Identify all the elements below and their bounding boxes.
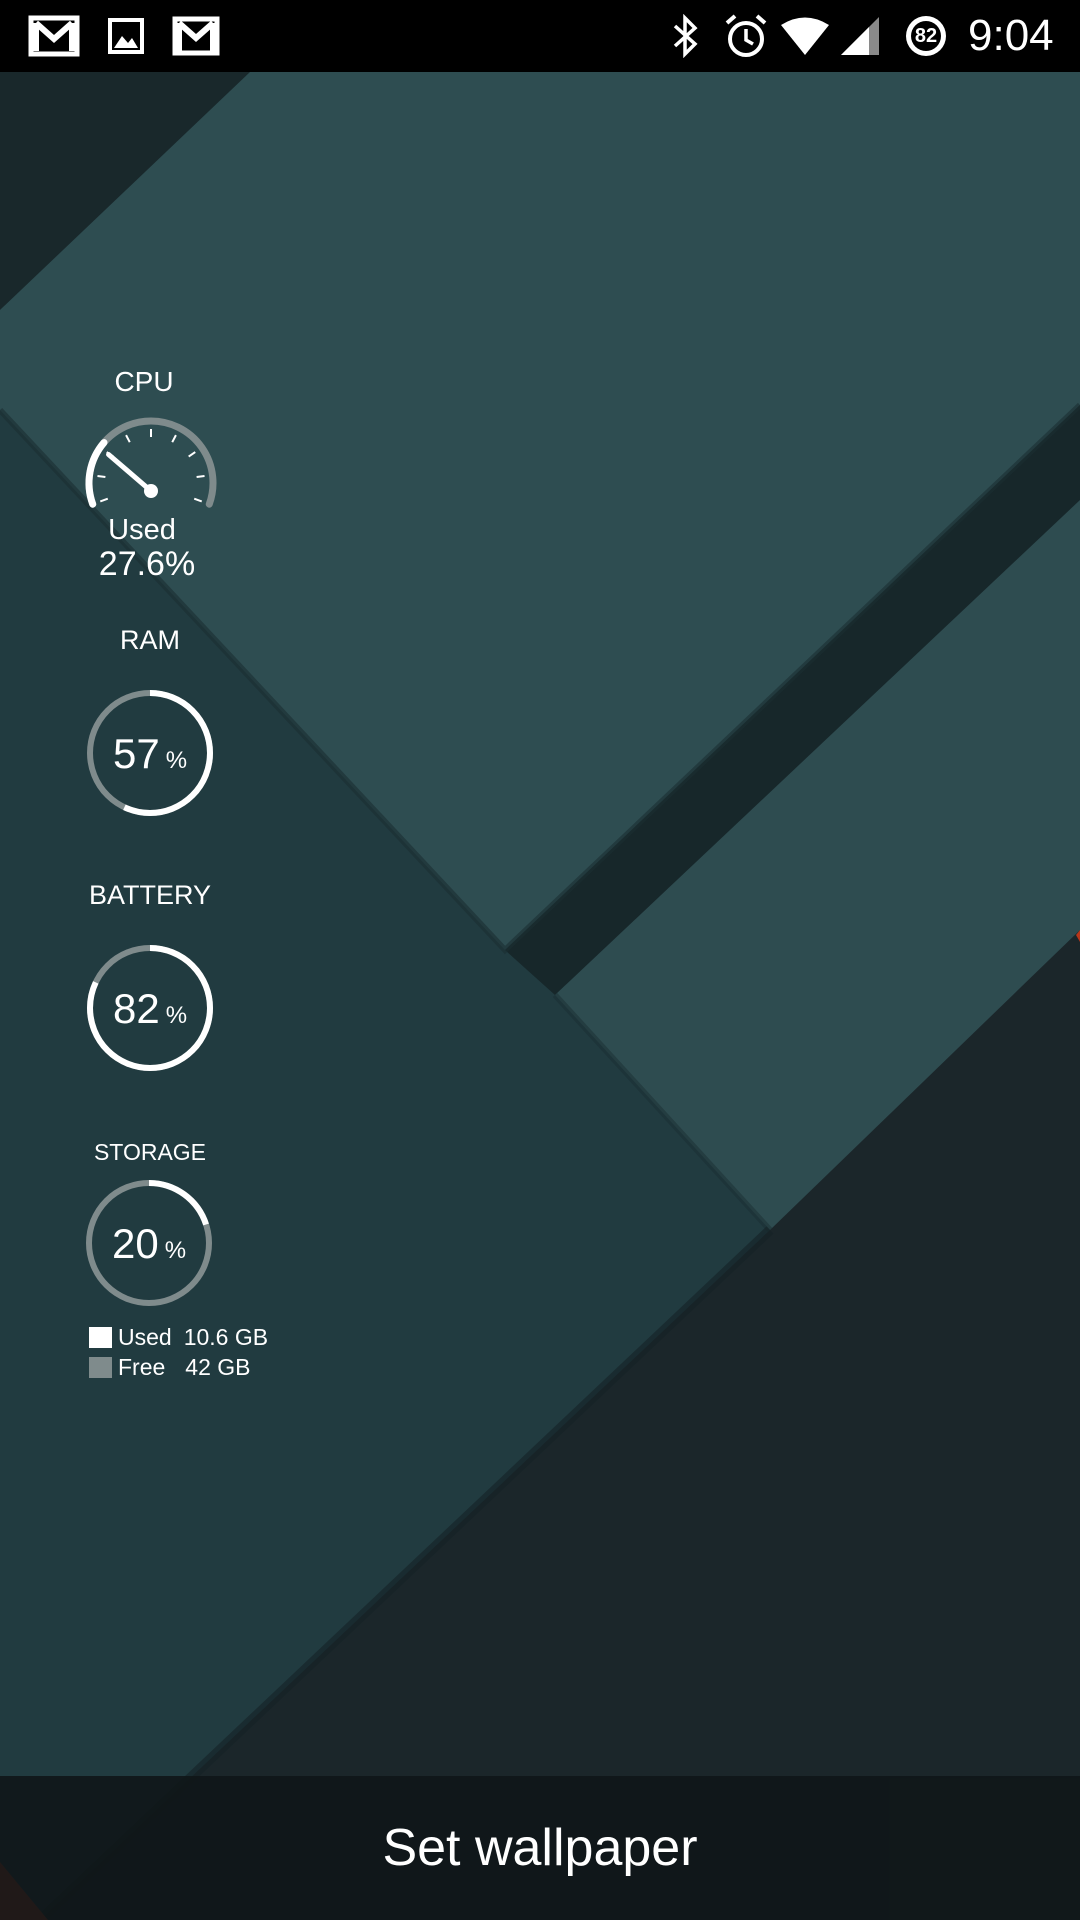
storage-legend-used: Used 10.6 GB [89, 1322, 268, 1352]
storage-label: STORAGE [93, 1139, 207, 1165]
gallery-image-icon [108, 0, 144, 72]
cpu-label: CPU [114, 366, 174, 397]
cpu-gauge-tick [97, 474, 106, 478]
alarm-icon [722, 0, 770, 72]
legend-label-free: Free [118, 1353, 166, 1380]
cpu-gauge-hub [144, 484, 158, 498]
ram-value: 57% [84, 730, 216, 778]
legend-label-used: Used [118, 1323, 172, 1350]
cpu-gauge-fill [85, 439, 108, 508]
status-bar: 82 9:04 [0, 0, 1080, 72]
legend-value-used: 10.6 GB [183, 1323, 269, 1350]
ram-percent-unit: % [165, 747, 188, 774]
set-wallpaper-button[interactable]: Set wallpaper [0, 1776, 1080, 1920]
legend-swatch-used [89, 1326, 112, 1348]
cpu-gauge [85, 417, 217, 508]
battery-percent: 82 [112, 985, 160, 1032]
gmail-icon [28, 0, 80, 72]
battery-value: 82% [84, 985, 216, 1033]
bluetooth-icon [668, 0, 704, 72]
battery-status-icon: 82 [904, 14, 948, 58]
cpu-gauge-tick [196, 474, 205, 478]
ram-label: RAM [120, 625, 180, 655]
cpu-gauge-tick [171, 434, 177, 443]
storage-percent-unit: % [164, 1237, 187, 1264]
storage-value: 20% [83, 1220, 215, 1268]
battery-level-text: 82 [914, 25, 938, 47]
storage-legend-free: Free 42 GB [89, 1352, 251, 1382]
status-time: 9:04 [968, 11, 1054, 60]
cpu-gauge-tick [193, 497, 203, 503]
legend-value-free: 42 GB [185, 1353, 251, 1380]
battery-label: BATTERY [88, 880, 212, 910]
gmail-icon [172, 0, 220, 72]
cpu-used-label: Used [108, 514, 176, 546]
storage-percent: 20 [111, 1220, 159, 1267]
battery-percent-unit: % [165, 1002, 188, 1029]
wifi-icon [780, 0, 830, 72]
cpu-gauge-needle [106, 451, 154, 494]
legend-swatch-free [89, 1356, 112, 1378]
cellular-signal-icon [838, 0, 882, 72]
ram-percent: 57 [112, 730, 160, 777]
cpu-gauge-tick [99, 497, 109, 503]
cpu-gauge-tick [125, 434, 131, 443]
cpu-gauge-tick [188, 451, 196, 458]
set-wallpaper-label: Set wallpaper [382, 1819, 698, 1877]
cpu-used-value: 27.6% [98, 545, 196, 583]
